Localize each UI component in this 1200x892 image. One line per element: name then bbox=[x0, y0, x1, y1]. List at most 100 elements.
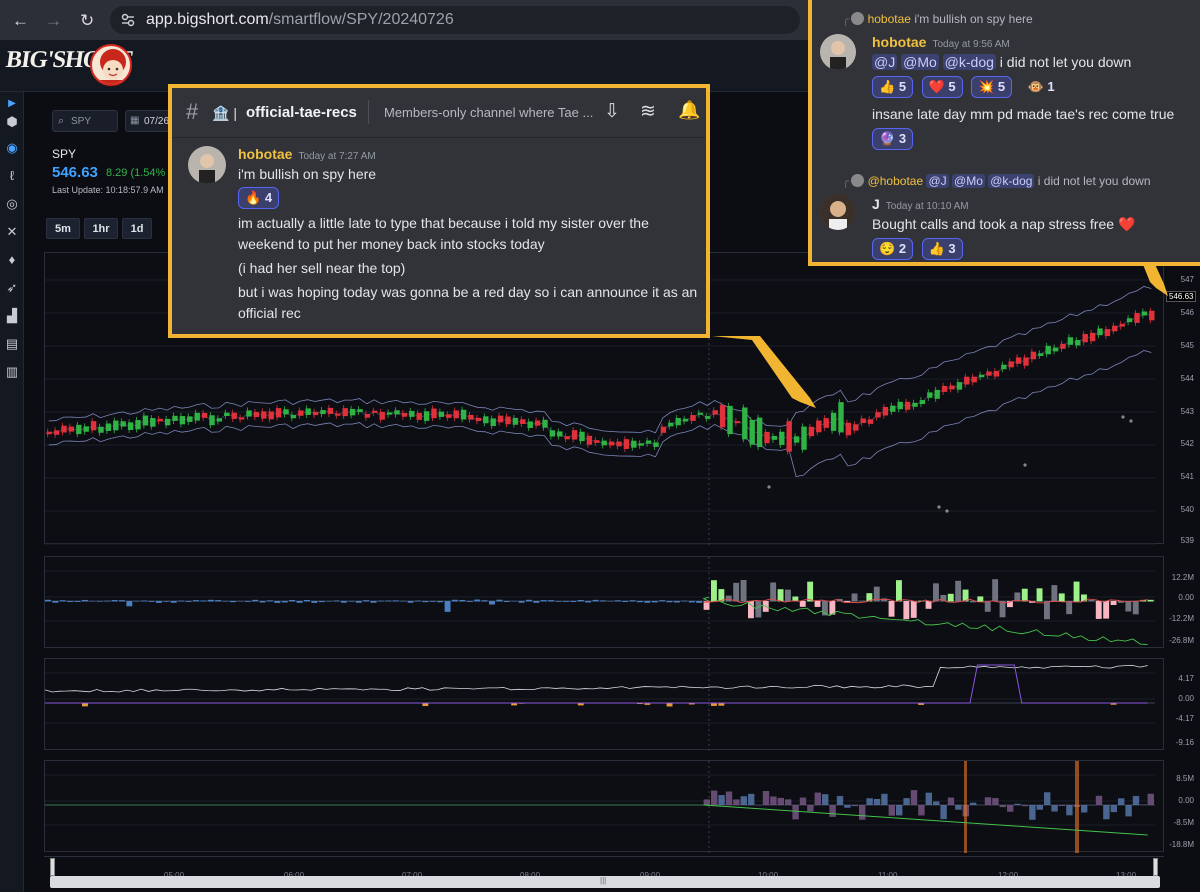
mention-mo[interactable]: @Mo bbox=[901, 54, 939, 70]
candle bbox=[564, 436, 570, 440]
bar-chart-icon[interactable]: ▟ bbox=[4, 308, 20, 324]
message-author[interactable]: hobotae bbox=[238, 146, 292, 162]
target-icon[interactable]: ◎ bbox=[4, 196, 20, 212]
time-scrollbar[interactable]: ||| bbox=[50, 876, 1160, 888]
flow-bar bbox=[540, 600, 547, 602]
msg2-reactions: 😌 2 👍 3 bbox=[872, 238, 967, 260]
reply-preview-1[interactable]: ╭ hobotae i'm bullish on spy here bbox=[842, 12, 1033, 26]
delta-area-bar bbox=[1021, 805, 1029, 807]
reaction-thumbs[interactable]: 👍 5 bbox=[872, 76, 914, 98]
avatar-hobotae[interactable] bbox=[188, 146, 226, 184]
site-settings-icon[interactable] bbox=[120, 12, 136, 28]
flow-bar bbox=[148, 601, 155, 602]
reload-icon[interactable]: ↻ bbox=[80, 11, 94, 31]
price-tick: 542 bbox=[1180, 439, 1194, 448]
back-icon[interactable]: ← bbox=[12, 11, 29, 31]
gamma-bar bbox=[666, 703, 673, 707]
candle bbox=[557, 431, 563, 437]
flow-pane[interactable] bbox=[44, 556, 1164, 649]
flow-bar bbox=[207, 599, 214, 602]
channel-topic[interactable]: Members-only channel where Tae ... bbox=[384, 105, 593, 120]
flow-icon[interactable]: ℓ bbox=[4, 168, 20, 184]
price-tick: 540 bbox=[1180, 505, 1194, 514]
flow-bar bbox=[844, 601, 851, 603]
msg1-text2: insane late day mm pd made tae's rec com… bbox=[872, 106, 1175, 122]
timeframe-5m[interactable]: 5m bbox=[46, 218, 80, 239]
candle bbox=[897, 401, 903, 410]
gamma-pane[interactable] bbox=[44, 658, 1164, 751]
candle bbox=[246, 410, 252, 417]
forward-icon[interactable]: → bbox=[45, 11, 62, 31]
timeframe-1hr[interactable]: 1hr bbox=[84, 218, 118, 239]
delta-area-bar bbox=[762, 790, 770, 805]
candle bbox=[150, 418, 156, 427]
flow-bar bbox=[370, 601, 377, 603]
delta-area-bar bbox=[1036, 805, 1043, 810]
mention-kdog[interactable]: @k-dog bbox=[942, 54, 996, 70]
candle bbox=[1104, 329, 1111, 337]
reaction-relieved[interactable]: 😌 2 bbox=[872, 238, 914, 260]
flow-bar bbox=[392, 600, 399, 602]
msg2-author[interactable]: J bbox=[872, 196, 880, 212]
delta-pane[interactable] bbox=[44, 760, 1164, 853]
candle bbox=[1075, 340, 1081, 346]
flow-bar bbox=[555, 601, 562, 602]
flow-bar bbox=[851, 593, 858, 602]
price-tick: 546 bbox=[1180, 308, 1194, 317]
mention-j[interactable]: @J bbox=[872, 54, 898, 70]
candle bbox=[497, 415, 504, 423]
flow-bar bbox=[156, 601, 162, 603]
address-bar[interactable]: app.bigshort.com/smartflow/SPY/20240726 bbox=[110, 6, 800, 34]
candle bbox=[882, 406, 889, 416]
flow-bar bbox=[881, 598, 888, 602]
candle bbox=[727, 405, 733, 435]
timeframe-1d[interactable]: 1d bbox=[122, 218, 152, 239]
last-update: Last Update: 10:18:57.9 AM bbox=[52, 185, 164, 195]
reaction-monkey[interactable]: 🐵 1 bbox=[1021, 76, 1062, 98]
reaction-crystal[interactable]: 🔮 3 bbox=[872, 128, 914, 150]
flow-bar bbox=[244, 601, 251, 602]
expand-icon[interactable]: ▶ bbox=[4, 96, 20, 112]
reaction-thumbs[interactable]: 👍 3 bbox=[921, 238, 963, 260]
news-icon[interactable]: ▤ bbox=[4, 336, 20, 352]
channel-name[interactable]: official-tae-recs bbox=[246, 104, 357, 121]
avatar-hobotae[interactable] bbox=[820, 34, 856, 70]
msg1-author[interactable]: hobotae bbox=[872, 34, 926, 50]
candle bbox=[816, 420, 822, 433]
dot-marker bbox=[1129, 419, 1133, 423]
range-handle-right[interactable] bbox=[1153, 858, 1158, 876]
reaction-fire[interactable]: 🔥 4 bbox=[238, 187, 280, 209]
avatar-j[interactable] bbox=[820, 194, 856, 230]
eye-icon[interactable]: ◉ bbox=[4, 140, 20, 156]
crystal-ball-icon: 🔮 bbox=[879, 131, 896, 146]
candle bbox=[83, 426, 89, 432]
rocket-icon[interactable]: ➶ bbox=[4, 280, 20, 296]
ticker-price: 546.63 bbox=[52, 164, 98, 181]
flow-bar bbox=[274, 601, 281, 603]
flow-bar bbox=[363, 600, 370, 602]
flow-bar bbox=[681, 600, 688, 602]
reaction-boom[interactable]: 💥 5 bbox=[971, 76, 1013, 98]
ticker-search[interactable]: ⌕ SPY bbox=[52, 110, 118, 132]
range-handle-left[interactable] bbox=[50, 858, 55, 876]
delta-area-bar bbox=[918, 805, 925, 816]
candle bbox=[475, 417, 482, 422]
delta-area-bar bbox=[955, 805, 962, 810]
date-picker[interactable]: ▦ 07/26 bbox=[125, 110, 171, 132]
crossed-tools-icon[interactable]: ✕ bbox=[4, 224, 20, 240]
flow-bar bbox=[444, 601, 451, 612]
scroll-grip[interactable]: ||| bbox=[600, 876, 606, 885]
delta-area-bar bbox=[777, 797, 784, 805]
download-icon[interactable]: ⇩ bbox=[604, 100, 620, 123]
candle bbox=[697, 412, 704, 415]
cube-icon[interactable]: ⬢ bbox=[4, 114, 20, 130]
delta-area-bar bbox=[829, 805, 836, 817]
bell-icon[interactable]: 🔔 bbox=[678, 100, 700, 121]
threads-icon[interactable]: ≋ bbox=[640, 100, 656, 123]
candle bbox=[904, 401, 911, 410]
diamond-icon[interactable]: ♦ bbox=[4, 252, 20, 268]
reply-preview-2[interactable]: ╭ @hobotae @J @Mo @k-dog i did not let y… bbox=[842, 174, 1151, 188]
reaction-heart[interactable]: ❤️ 5 bbox=[921, 76, 963, 98]
candle bbox=[438, 411, 445, 417]
book-icon[interactable]: ▥ bbox=[4, 364, 20, 380]
